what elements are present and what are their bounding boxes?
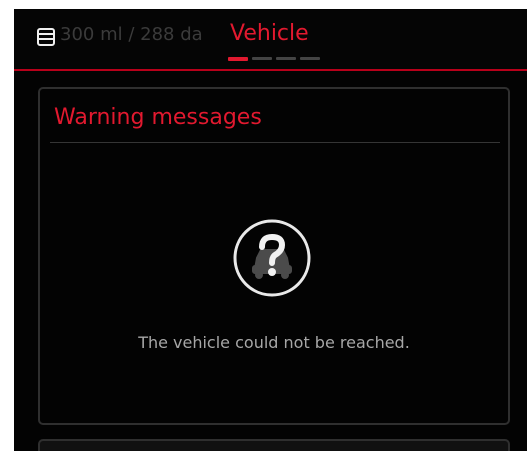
next-card-edge xyxy=(38,439,510,451)
warning-messages-title: Warning messages xyxy=(54,105,262,130)
page-indicator-dot-active xyxy=(228,57,248,61)
service-summary[interactable]: 300 ml / 288 da xyxy=(60,21,230,49)
service-document-icon xyxy=(37,28,55,46)
card-divider xyxy=(50,142,500,143)
page-indicator-dot xyxy=(276,57,296,60)
page-indicator xyxy=(228,57,320,61)
warning-messages-card: Warning messages The vehicle could not b… xyxy=(38,87,510,425)
vehicle-unreachable-question-icon xyxy=(233,219,311,297)
vehicle-screen: 300 ml / 288 da Vehicle Warning messages… xyxy=(14,9,527,451)
page-indicator-dot xyxy=(300,57,320,60)
page-title: Vehicle xyxy=(230,21,309,46)
vehicle-header: 300 ml / 288 da Vehicle xyxy=(14,9,527,71)
vehicle-unreachable-message: The vehicle could not be reached. xyxy=(138,333,410,352)
page-indicator-dot xyxy=(252,57,272,60)
